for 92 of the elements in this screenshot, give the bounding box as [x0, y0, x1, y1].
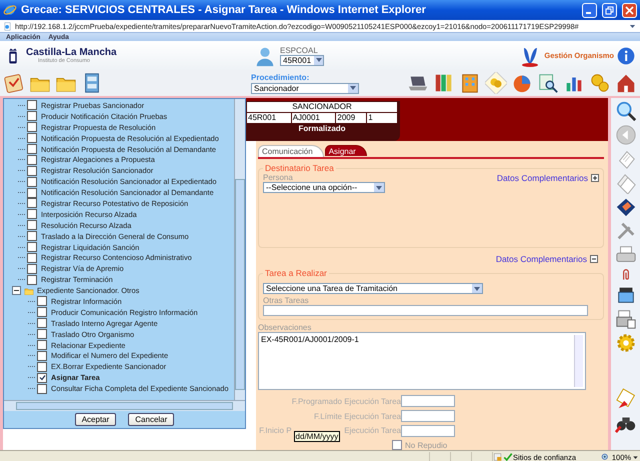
case-field: 1	[367, 113, 397, 123]
field-label: Ejecución Tarea	[344, 426, 401, 436]
person-select[interactable]: --Seleccione una opción--	[263, 182, 385, 193]
checkbox[interactable]	[37, 340, 47, 350]
checkbox[interactable]	[27, 231, 37, 242]
other-tasks-field[interactable]	[263, 305, 588, 316]
tab[interactable]: Comunicación	[258, 145, 324, 157]
checkbox[interactable]	[37, 296, 47, 306]
tooltip: dd/MM/yyyy	[294, 430, 340, 442]
checkbox[interactable]	[37, 362, 47, 372]
restore-button[interactable]	[602, 2, 617, 18]
save-icon[interactable]	[614, 196, 636, 218]
checkbox[interactable]	[27, 100, 37, 110]
checkbox[interactable]	[27, 264, 37, 274]
case-type: SANCIONADOR	[247, 102, 397, 112]
procedure-label: Procedimiento:	[251, 72, 310, 82]
checkbox[interactable]	[27, 220, 37, 230]
checkbox[interactable]	[27, 154, 37, 165]
minimize-button[interactable]	[582, 2, 597, 18]
organization-name: Castilla-La Mancha	[26, 47, 117, 58]
caret-icon	[316, 58, 322, 62]
checkbox[interactable]	[27, 176, 37, 187]
checkbox[interactable]	[27, 133, 37, 144]
minimize-icon	[586, 12, 590, 14]
checkbox[interactable]	[37, 318, 47, 328]
more-data-link[interactable]: Datos Complementarios	[496, 173, 588, 183]
search-icon[interactable]	[614, 100, 636, 122]
lock-icon	[493, 452, 504, 461]
date-field[interactable]	[401, 410, 455, 422]
checkbox[interactable]	[27, 122, 37, 132]
gears-icon[interactable]	[589, 72, 611, 94]
checkbox[interactable]	[37, 307, 47, 318]
observations-field[interactable]: EX-45R001/AJ0001/2009-1	[258, 332, 586, 390]
horizontal-scrollbar[interactable]	[4, 400, 245, 411]
case-field: 45R001	[247, 113, 291, 123]
dialog-button[interactable]: Cancelar	[128, 413, 174, 426]
checkbox[interactable]	[27, 209, 37, 220]
checkbox[interactable]	[27, 111, 37, 122]
more-data-link[interactable]: Datos Complementarios	[496, 254, 587, 264]
check-icon	[503, 452, 514, 461]
tab[interactable]: Asignar	[324, 145, 367, 156]
case-status: Formalizado	[297, 124, 347, 133]
collapse-icon[interactable]	[12, 286, 21, 296]
checkbox[interactable]	[27, 252, 37, 263]
checkbox[interactable]	[37, 350, 47, 361]
field-label: F.Límite Ejecución Tarea	[314, 412, 401, 420]
gear-icon[interactable]	[614, 332, 636, 354]
checkbox[interactable]	[27, 274, 37, 285]
procedure-select[interactable]: Sancionador	[251, 82, 359, 94]
caret-icon	[350, 86, 356, 90]
caret-icon	[474, 286, 480, 290]
checkbox[interactable]	[37, 384, 47, 394]
checkbox[interactable]	[27, 242, 37, 252]
house-icon[interactable]	[615, 72, 637, 94]
case-field: AJ0001	[292, 113, 336, 123]
printer-icon[interactable]	[614, 308, 636, 330]
user-name: ESPCOAL	[280, 46, 319, 54]
office-select[interactable]: 45R001	[280, 54, 324, 66]
search-icon[interactable]	[537, 72, 559, 94]
checkbox[interactable]	[27, 166, 37, 176]
section-legend: Destinatario Tarea	[263, 163, 336, 173]
close-icon	[625, 6, 634, 14]
field-label: F.Inicio P	[259, 426, 292, 436]
field-label: Otras Tareas	[263, 296, 310, 305]
checkbox[interactable]	[392, 440, 402, 450]
close-button[interactable]	[622, 2, 637, 18]
date-field[interactable]	[401, 395, 455, 407]
checkbox[interactable]	[37, 372, 47, 383]
zoom-icon[interactable]	[600, 452, 610, 461]
field-label: F.Programado Ejecución Tarea	[292, 396, 401, 406]
folder-icon	[23, 286, 35, 296]
checkbox[interactable]	[37, 329, 47, 340]
section-legend: Tarea a Realizar	[263, 268, 329, 278]
collapse-icon[interactable]	[590, 255, 598, 263]
vertical-scrollbar[interactable]	[234, 99, 245, 400]
checkbox[interactable]	[27, 144, 37, 154]
checkbox[interactable]	[27, 188, 37, 198]
checkbox[interactable]	[27, 198, 37, 208]
expand-icon[interactable]	[591, 174, 599, 182]
caret-icon	[376, 186, 382, 190]
task-select[interactable]: Seleccione una Tarea de Tramitación	[263, 283, 483, 294]
window-title: Grecae: SERVICIOS CENTRALES - Asignar Tarea - Windows Internet Explorer	[21, 4, 427, 16]
field-label: Observaciones	[258, 323, 312, 332]
restore-icon	[605, 6, 614, 14]
field-label: Persona	[263, 173, 294, 182]
checkbox-label: No Repudio	[405, 440, 448, 450]
browser-icon	[3, 3, 17, 17]
dialog-button[interactable]: Aceptar	[74, 413, 116, 426]
case-field: 2009	[336, 113, 366, 123]
building-icon[interactable]	[459, 72, 481, 94]
info-icon[interactable]	[616, 46, 636, 66]
date-field[interactable]	[401, 425, 455, 437]
